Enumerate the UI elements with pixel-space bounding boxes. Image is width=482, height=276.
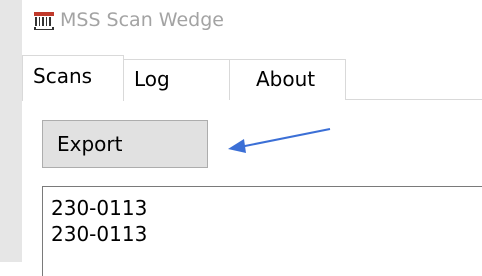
list-item: 230-0113 (51, 196, 148, 220)
export-button[interactable]: Export (42, 120, 208, 168)
barcode-scanner-icon (34, 12, 54, 30)
scans-panel: Export 230-0113 230-0113 (22, 100, 482, 276)
list-item: 230-0113 (51, 222, 148, 246)
arrow-left-icon (222, 120, 342, 160)
title-bar: MSS Scan Wedge (22, 0, 482, 40)
window-title: MSS Scan Wedge (60, 9, 224, 31)
tab-scans[interactable]: Scans (22, 55, 124, 101)
app-window: MSS Scan Wedge Scans Log About Export 23… (22, 0, 482, 276)
background-window-edge (0, 0, 22, 262)
tab-strip: Scans Log About (22, 40, 482, 101)
scan-list[interactable]: 230-0113 230-0113 (42, 186, 482, 276)
tab-log[interactable]: Log (124, 59, 230, 101)
tab-about[interactable]: About (230, 59, 346, 101)
